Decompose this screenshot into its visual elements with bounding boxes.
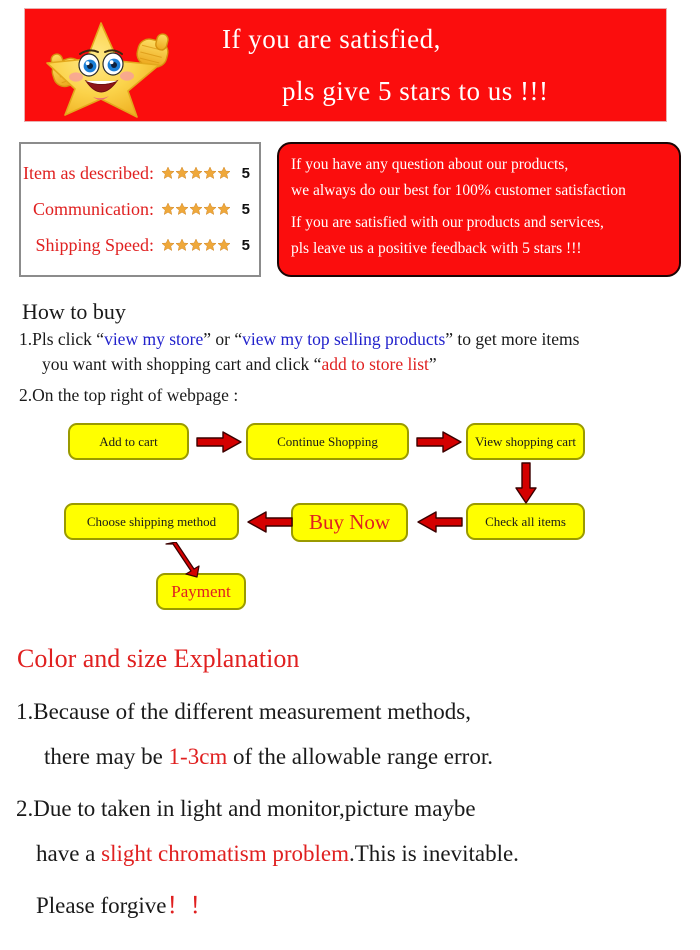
measurement-tolerance-value: 1-3cm	[168, 744, 228, 769]
flow-box-view-shopping-cart[interactable]: View shopping cart	[466, 423, 585, 460]
five-star-icon-group	[161, 202, 231, 216]
banner-text-block: If you are satisfied, pls give 5 stars t…	[200, 13, 660, 117]
customer-service-note-box: If you have any question about our produ…	[277, 142, 681, 277]
how-to-buy-step-1-line-2: you want with shopping cart and click “a…	[42, 354, 437, 375]
rating-value: 5	[241, 236, 250, 254]
view-my-store-link[interactable]: view my store	[104, 329, 203, 349]
step1-line2-prefix: you want with shopping cart and click “	[42, 354, 322, 374]
item2-line2-prefix: have a	[36, 841, 102, 866]
rating-label-item-as-described: Item as described:	[23, 162, 154, 183]
flow-box-choose-shipping-method[interactable]: Choose shipping method	[64, 503, 239, 540]
explanation-item-1-line-2: there may be 1-3cm of the allowable rang…	[44, 744, 493, 770]
please-forgive-text: Please forgive	[36, 893, 167, 918]
note-line-1: If you have any question about our produ…	[291, 156, 569, 173]
note-line-3: If you are satisfied with our products a…	[291, 214, 604, 231]
step1-prefix: 1.Pls click “	[19, 329, 105, 349]
how-to-buy-step-2: 2.On the top right of webpage :	[19, 385, 239, 405]
rating-row: Shipping Speed: 5	[21, 227, 259, 263]
satisfaction-banner: If you are satisfied, pls give 5 stars t…	[24, 8, 667, 122]
explanation-item-2-line-1: 2.Due to taken in light and monitor,pict…	[16, 796, 476, 821]
arrow-left-icon	[415, 510, 463, 539]
step1-mid-1: ” or “	[203, 329, 243, 349]
rating-label-shipping-speed: Shipping Speed:	[35, 234, 154, 255]
view-my-top-selling-products-link[interactable]: view my top selling products	[242, 329, 445, 349]
explanation-item-2-line-3: Please forgive！！	[36, 886, 213, 920]
rating-row: Item as described: 5	[21, 155, 259, 191]
arrow-diagonal-down-right-icon	[163, 541, 203, 583]
banner-line-1: If you are satisfied,	[222, 24, 441, 54]
item1-line2-prefix: there may be	[44, 744, 169, 769]
arrow-down-icon	[514, 462, 538, 509]
rating-value: 5	[241, 164, 250, 182]
banner-line-2: pls give 5 stars to us !!!	[282, 76, 549, 106]
flow-box-continue-shopping[interactable]: Continue Shopping	[246, 423, 409, 460]
flow-box-buy-now[interactable]: Buy Now	[291, 503, 408, 542]
seller-ratings-box: Item as described: 5 Communication: 5 Sh…	[19, 142, 261, 277]
note-line-4: pls leave us a positive feedback with 5 …	[291, 240, 582, 257]
explanation-item-1-line-1: 1.Because of the different measurement m…	[16, 699, 471, 724]
step1-line2-suffix: ”	[428, 354, 437, 374]
rating-value: 5	[241, 200, 250, 218]
flow-box-add-to-cart[interactable]: Add to cart	[68, 423, 189, 460]
exclamation-marks: ！！	[166, 893, 213, 918]
color-size-explanation-heading: Color and size Explanation	[17, 644, 300, 673]
add-to-store-list-link[interactable]: add to store list	[321, 354, 428, 374]
how-to-buy-step-1-line-1: 1.Pls click “view my store” or “view my …	[19, 329, 579, 350]
item2-line2-suffix: .This is inevitable.	[349, 841, 519, 866]
note-line-2: we always do our best for 100% customer …	[291, 182, 626, 199]
arrow-right-icon	[196, 430, 242, 459]
smiling-star-thumbs-up-icon	[39, 15, 189, 119]
five-star-icon-group	[161, 166, 231, 180]
rating-row: Communication: 5	[21, 191, 259, 227]
explanation-item-2-line-2: have a slight chromatism problem.This is…	[36, 841, 519, 867]
how-to-buy-heading: How to buy	[22, 299, 126, 324]
rating-label-communication: Communication:	[33, 198, 154, 219]
step1-mid-2: ” to get more items	[445, 329, 580, 349]
item1-line2-suffix: of the allowable range error.	[227, 744, 493, 769]
chromatism-highlight: slight chromatism problem	[101, 841, 349, 866]
five-star-icon-group	[161, 238, 231, 252]
arrow-right-icon	[416, 430, 462, 459]
arrow-left-icon	[245, 510, 293, 539]
